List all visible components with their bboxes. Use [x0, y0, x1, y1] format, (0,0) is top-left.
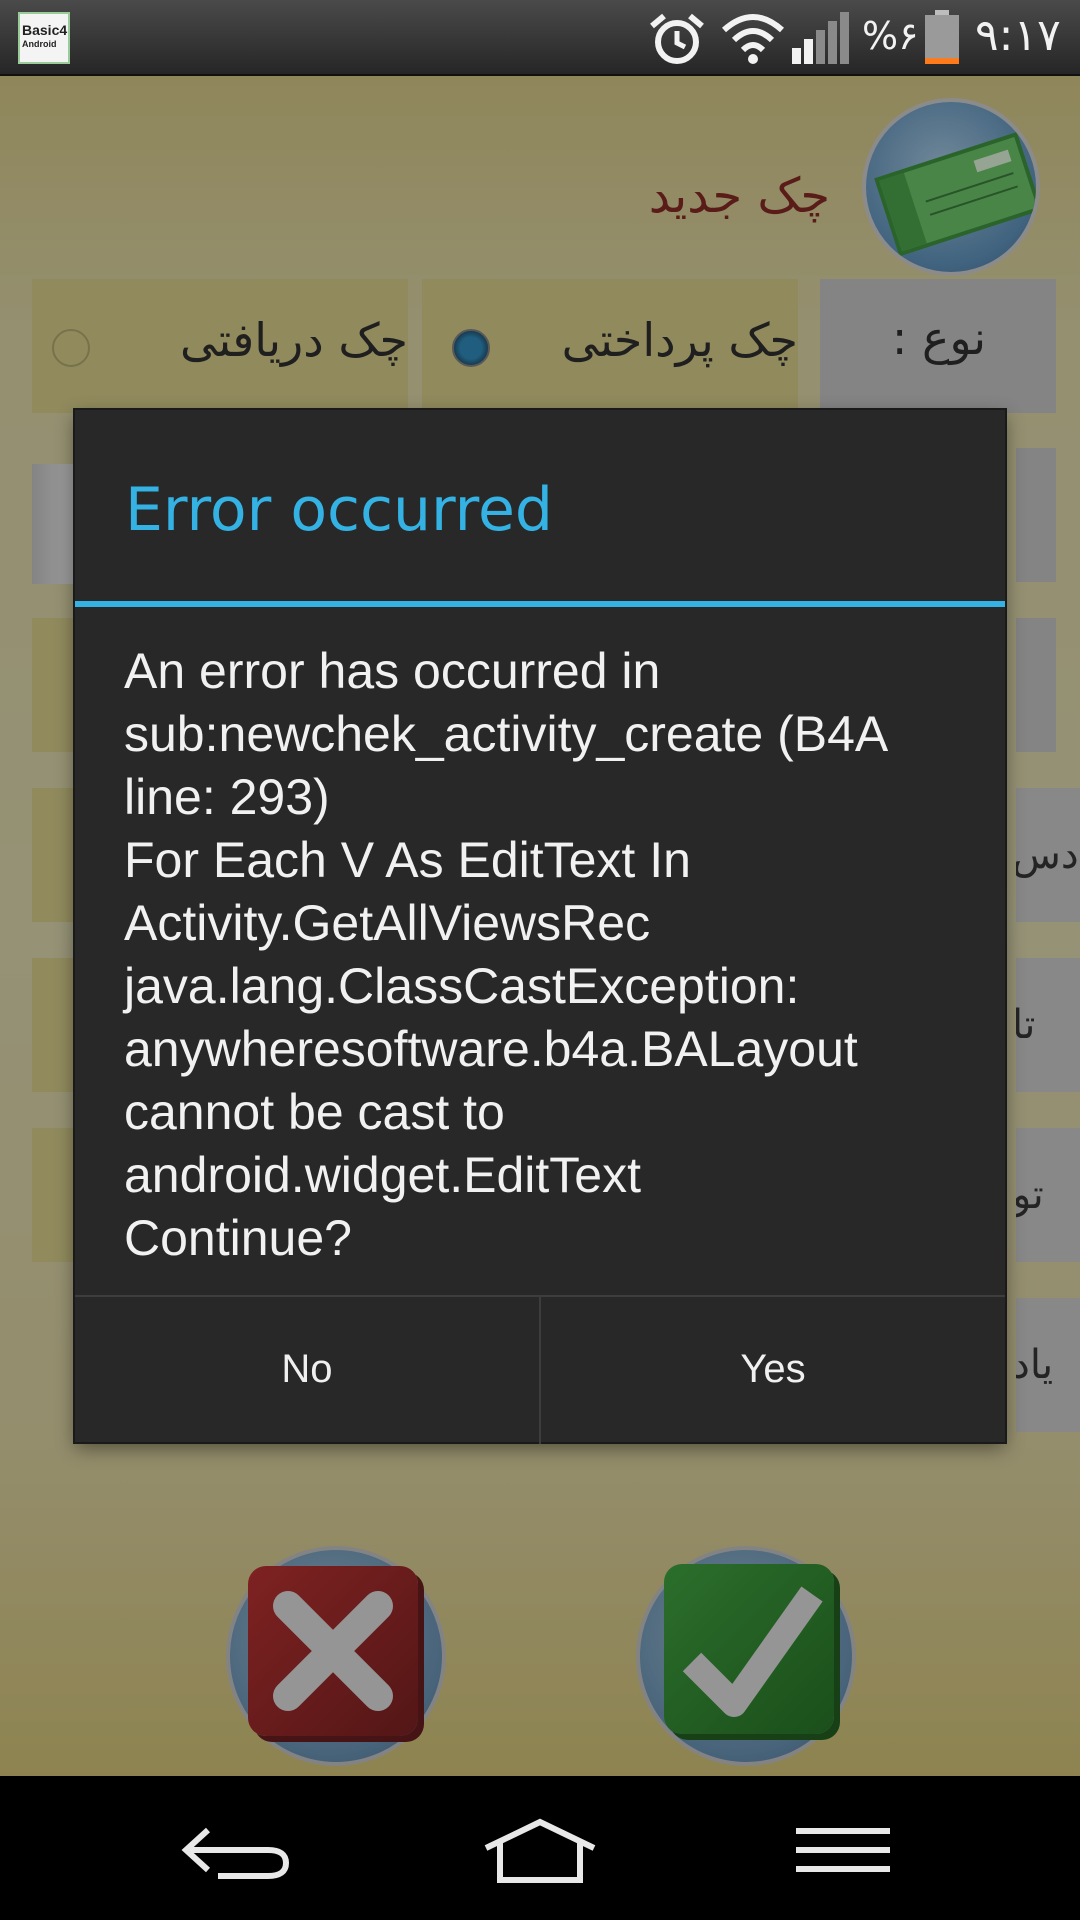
navigation-bar [0, 1776, 1080, 1920]
status-time: ٩:١٧ [975, 10, 1061, 61]
dialog-button-bar: No Yes [75, 1295, 1005, 1444]
wifi-icon [721, 14, 785, 64]
no-button[interactable]: No [75, 1297, 539, 1444]
app-logo-subtext: Android [22, 39, 57, 49]
yes-button[interactable]: Yes [541, 1297, 1005, 1444]
dialog-title-divider [75, 601, 1005, 607]
status-bar: Basic4 Android %۶ ٩:١٧ [0, 0, 1080, 76]
battery-percent: %۶ [862, 14, 919, 58]
home-icon[interactable] [470, 1800, 610, 1900]
alarm-icon [650, 13, 704, 64]
menu-icon[interactable] [772, 1800, 912, 1900]
dialog-message: An error has occurred in sub:newchek_act… [124, 643, 889, 1266]
error-dialog: Error occurred An error has occurred in … [75, 410, 1005, 1444]
app-logo-icon: Basic4 Android [18, 12, 70, 64]
back-icon[interactable] [168, 1800, 308, 1900]
app-logo-text: Basic4 [22, 22, 68, 38]
signal-icon [792, 12, 849, 64]
dialog-title: Error occurred [125, 475, 553, 545]
battery-icon [925, 10, 959, 64]
